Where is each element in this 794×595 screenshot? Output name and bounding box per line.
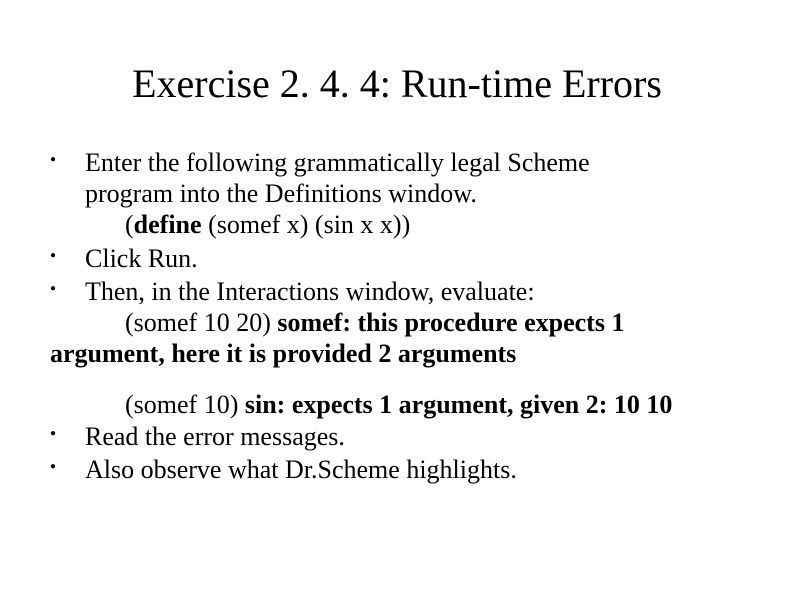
eval1-error-part2: argument, here it is provided 2 argument… bbox=[50, 339, 516, 368]
item1-line1: Enter the following grammatically legal … bbox=[85, 148, 590, 177]
code-rest: (somef x) (sin x x)) bbox=[202, 210, 411, 239]
eval2-error: sin: expects 1 argument, given 2: 10 10 bbox=[245, 390, 673, 419]
bullet-list-2: Read the error messages. Also observe wh… bbox=[40, 421, 754, 485]
bullet-item-3: Then, in the Interactions window, evalua… bbox=[40, 276, 754, 370]
eval1-code: (somef 10 20) bbox=[125, 308, 277, 337]
item1-line2: program into the Definitions window. bbox=[85, 179, 477, 208]
item2-text: Click Run. bbox=[85, 244, 198, 273]
eval1-error-part1: somef: this procedure expects 1 bbox=[277, 308, 624, 337]
item4-text: Read the error messages. bbox=[85, 422, 345, 451]
spacer bbox=[40, 371, 754, 389]
bullet-list: Enter the following grammatically legal … bbox=[40, 147, 754, 369]
item1-code: (define (somef x) (sin x x)) bbox=[85, 209, 754, 240]
code-open: ( bbox=[125, 210, 134, 239]
item3-line1: Then, in the Interactions window, evalua… bbox=[85, 277, 535, 306]
bullet-item-5: Also observe what Dr.Scheme highlights. bbox=[40, 454, 754, 485]
bullet-item-2: Click Run. bbox=[40, 243, 754, 274]
code-keyword: define bbox=[134, 210, 202, 239]
item3-eval1-cont: argument, here it is provided 2 argument… bbox=[50, 338, 754, 369]
bullet-item-4: Read the error messages. bbox=[40, 421, 754, 452]
slide: Exercise 2. 4. 4: Run-time Errors Enter … bbox=[0, 0, 794, 595]
item3-eval2: (somef 10) sin: expects 1 argument, give… bbox=[40, 389, 754, 420]
eval2-code: (somef 10) bbox=[125, 390, 245, 419]
item5-text: Also observe what Dr.Scheme highlights. bbox=[85, 455, 517, 484]
item3-eval1: (somef 10 20) somef: this procedure expe… bbox=[85, 307, 754, 338]
slide-title: Exercise 2. 4. 4: Run-time Errors bbox=[40, 60, 754, 107]
bullet-item-1: Enter the following grammatically legal … bbox=[40, 147, 754, 241]
slide-body: Enter the following grammatically legal … bbox=[40, 147, 754, 485]
